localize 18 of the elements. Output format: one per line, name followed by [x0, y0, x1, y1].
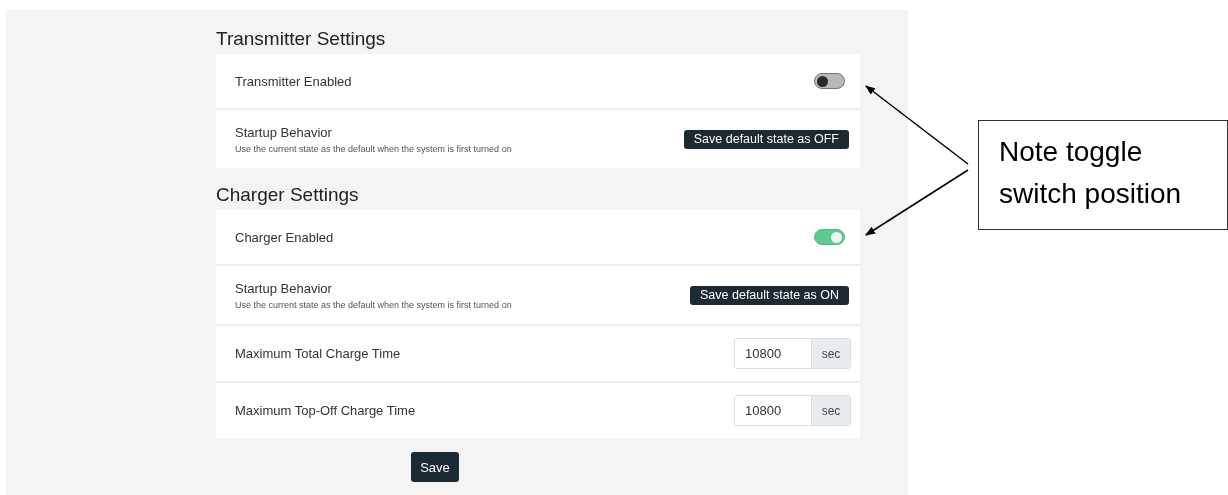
toggle-switch[interactable] — [814, 229, 845, 245]
setting-description: Use the current state as the default when the system is first turned on — [235, 299, 512, 310]
save-default-button[interactable]: Save default state as ON — [690, 285, 849, 305]
setting-label: Charger Enabled — [235, 229, 334, 245]
setting-label: Maximum Total Charge Time — [235, 346, 401, 361]
setting-label: Startup Behavior — [235, 280, 333, 296]
setting-description: Use the current state as the default when the system is first turned on — [235, 143, 512, 154]
annotation-callout: Note toggle switch position — [978, 120, 1228, 230]
setting-label: Transmitter Enabled — [235, 73, 352, 89]
number-field[interactable]: 10800 sec — [734, 338, 851, 369]
section-heading: Charger Settings — [216, 183, 360, 207]
save-button[interactable]: Save — [411, 452, 459, 482]
section-heading: Transmitter Settings — [216, 27, 387, 51]
save-default-button[interactable]: Save default state as OFF — [683, 129, 849, 149]
number-field[interactable]: 10800 sec — [734, 395, 851, 426]
setting-label: Maximum Top-Off Charge Time — [235, 403, 416, 418]
toggle-switch[interactable] — [814, 73, 845, 89]
setting-label: Startup Behavior — [235, 124, 333, 140]
